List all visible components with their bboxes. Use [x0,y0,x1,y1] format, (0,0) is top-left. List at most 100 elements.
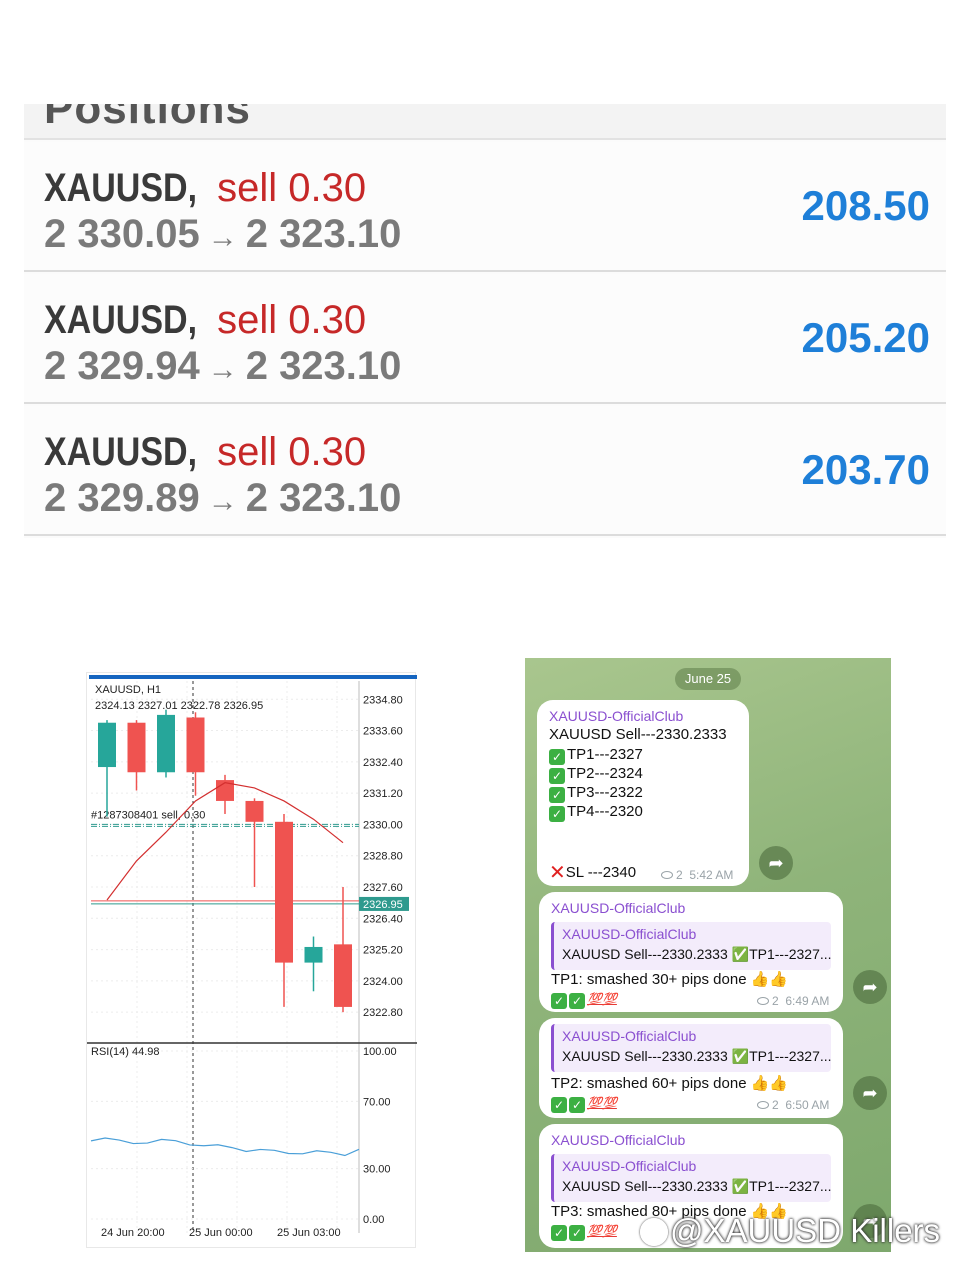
reply-text: XAUUSD Sell---2330.2333 ✅TP1---2327... [562,946,832,962]
check-icon: ✓ [549,768,565,784]
current-price: 2 323.10 [245,212,402,256]
chart-title: XAUUSD, H1 [95,684,161,696]
telegram-channel: June 25 XAUUSD-OfficialClub XAUUSD Sell-… [525,658,891,1252]
view-count: 2 [772,994,779,1008]
rsi-tick-label: 100.00 [363,1046,397,1058]
message-author: XAUUSD-OfficialClub [549,708,684,724]
check-icon: ✓ [549,749,565,765]
thumbs-up-icon: 👍👍 [750,971,789,988]
rsi-tick-label: 70.00 [363,1096,391,1108]
position-row[interactable]: XAUUSD, sell 0.30 2 330.05 → 2 323.10 208.… [24,142,946,272]
arrow-icon: → [207,353,238,386]
reply-text: XAUUSD Sell---2330.2333 ✅TP1---2327... [562,1048,832,1064]
message-time: 6:50 AM [785,1098,830,1112]
watermark-text: @XAUUSD Killers [670,1212,941,1249]
share-icon[interactable]: ➦ [853,1076,887,1110]
price-tick-label: 2331.20 [363,788,403,800]
candle-body [304,946,323,963]
position-symbol: XAUUSD, [44,166,198,210]
views-icon [757,997,769,1005]
view-count: 2 [676,868,683,882]
update-message[interactable]: XAUUSD-OfficialClub XAUUSD-OfficialClub … [539,892,843,1012]
hundred-icon: 💯💯 [587,1096,617,1110]
reply-author: XAUUSD-OfficialClub [562,1028,697,1044]
reply-preview[interactable]: XAUUSD-OfficialClub XAUUSD Sell---2330.2… [551,922,832,970]
check-icon: ✓ [551,1225,567,1241]
candle-body [334,944,352,1007]
hundred-icon: 💯💯 [587,1224,617,1238]
current-price: 2 323.10 [245,344,402,388]
message-text: TP2: smashed 60+ pips done [551,1075,747,1092]
position-side: sell 0.30 [217,298,367,342]
chart-canvas: 2334.80 2333.60 2332.40 2331.20 2330.00 2328.… [87,675,417,1239]
arrow-icon: → [207,485,238,518]
time-axis-label: 25 Jun 03:00 [277,1227,341,1239]
check-icon: ✓ [549,787,565,803]
price-tick-label: 2328.80 [363,851,403,863]
price-tick-label: 2333.60 [363,726,403,738]
reply-preview[interactable]: XAUUSD-OfficialClub XAUUSD Sell---2330.2… [551,1024,832,1072]
candle-body [157,714,175,773]
position-profit: 205.20 [801,314,930,361]
price-tick-label: 2322.80 [363,1007,403,1019]
share-icon[interactable]: ➦ [759,846,793,880]
signal-line: XAUUSD Sell---2330.2333 [549,726,727,743]
message-time: 6:49 AM [785,994,830,1008]
check-icon: ✓ [549,806,565,822]
message-text: TP1: smashed 30+ pips done [551,971,747,988]
check-icon: ✓ [569,1225,585,1241]
update-message[interactable]: XAUUSD-OfficialClub XAUUSD Sell---2330.2… [539,1018,843,1118]
price-chart[interactable]: 2334.80 2333.60 2332.40 2331.20 2330.00 2328.… [86,672,417,1248]
message-author: XAUUSD-OfficialClub [551,1132,686,1148]
open-price: 2 329.94 [44,344,200,388]
candle-body [127,722,146,773]
views-icon [757,1101,769,1109]
position-row[interactable]: XAUUSD, sell 0.30 2 329.89 → 2 323.10 203.… [24,406,946,536]
price-tick-label: 2334.80 [363,694,403,706]
price-tick-label: 2326.40 [363,913,403,925]
current-price: 2 323.10 [245,476,402,520]
cross-icon: ✕ [549,862,566,884]
screenshot-collage: Positions XAUUSD, sell 0.30 2 330.05 → 2 3… [0,0,971,1280]
reply-author: XAUUSD-OfficialClub [562,926,697,942]
position-symbol: XAUUSD, [44,298,198,342]
share-icon[interactable]: ➦ [853,970,887,1004]
order-label: #1287308401 sell, 0.30 [91,809,205,821]
price-tick-label: 2330.00 [363,819,403,831]
tp-line: TP3---2322 [567,784,643,801]
sl-line: SL ---2340 [565,864,637,881]
positions-header: Positions [24,104,946,140]
position-profit: 208.50 [801,182,930,229]
check-icon: ✓ [551,1097,567,1113]
chart-top-bar [89,675,417,679]
position-profit: 203.70 [801,446,930,493]
time-axis-label: 24 Jun 20:00 [101,1227,165,1239]
price-tick-label: 2332.40 [363,757,403,769]
open-price: 2 329.89 [44,476,200,520]
message-author: XAUUSD-OfficialClub [551,900,686,916]
position-row[interactable]: XAUUSD, sell 0.30 2 329.94 → 2 323.10 205.… [24,274,946,404]
rsi-label: RSI(14) 44.98 [91,1046,159,1058]
message-time: 5:42 AM [689,868,734,882]
tp-line: TP4---2320 [567,803,643,820]
reply-preview[interactable]: XAUUSD-OfficialClub XAUUSD Sell---2330.2… [551,1154,832,1202]
candle-body [186,717,205,773]
position-symbol: XAUUSD, [44,430,198,474]
positions-panel: Positions XAUUSD, sell 0.30 2 330.05 → 2 3… [24,104,946,538]
tp-line: TP1---2327 [567,746,643,763]
date-badge: June 25 [675,668,741,690]
watermark: @XAUUSD Killers [640,1212,940,1250]
reply-text: XAUUSD Sell---2330.2333 ✅TP1---2327... [562,1178,832,1194]
check-icon: ✓ [569,993,585,1009]
rsi-line [90,1137,360,1157]
signal-message[interactable]: XAUUSD-OfficialClub XAUUSD Sell---2330.2… [537,700,749,886]
thumbs-up-icon: 👍👍 [750,1075,789,1092]
price-tick-label: 2327.60 [363,882,403,894]
candle-body [98,722,116,768]
price-tick-label: 2324.00 [363,976,403,988]
check-icon: ✓ [569,1097,585,1113]
candle-body [275,821,293,963]
rsi-tick-label: 30.00 [363,1164,391,1176]
view-count: 2 [772,1098,779,1112]
price-tick-label: 2325.20 [363,945,403,957]
